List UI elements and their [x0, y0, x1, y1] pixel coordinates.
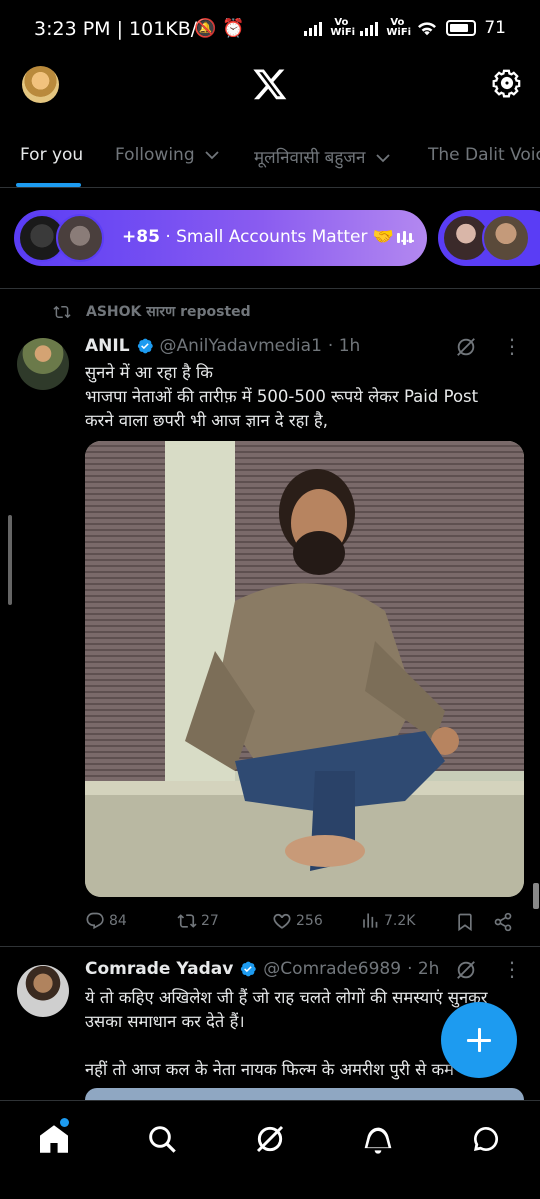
- active-tab-indicator: [16, 183, 81, 187]
- like-button[interactable]: 256: [272, 911, 323, 931]
- divider: [0, 288, 540, 289]
- audio-bars-icon: [397, 230, 413, 246]
- tweet-header: ANIL @AnilYadavmedia1 · 1h: [85, 336, 360, 356]
- author-handle[interactable]: @Comrade6989: [263, 959, 401, 979]
- spaces-label: +85 · Small Accounts Matter 🤝 ...: [122, 227, 416, 247]
- tweet-header: Comrade Yadav @Comrade6989 · 2h: [85, 959, 439, 979]
- signal-icon: [304, 20, 323, 36]
- bottom-nav: [0, 1100, 540, 1199]
- verified-badge-icon: [241, 961, 257, 977]
- repost-button[interactable]: 27: [177, 911, 219, 931]
- tab-for-you[interactable]: For you: [20, 145, 83, 165]
- reply-count: 84: [109, 913, 127, 929]
- photo-man-sitting: [85, 441, 524, 897]
- compose-button[interactable]: [441, 1002, 517, 1078]
- repost-indicator[interactable]: ASHOK सारण reposted: [52, 302, 251, 321]
- timeline-tabs: For you Following मूलनिवासी बहुजन The Da…: [0, 130, 540, 188]
- bookmark-icon[interactable]: [455, 912, 475, 932]
- repost-icon: [177, 914, 197, 928]
- tweet-time[interactable]: · 1h: [328, 336, 360, 356]
- tweet-photo[interactable]: [85, 441, 524, 897]
- heart-icon: [273, 913, 291, 929]
- vowifi-label: Vo WiFi: [330, 17, 356, 38]
- tweet-text-line: सुनने में आ रहा है कि: [85, 363, 213, 382]
- spaces-pill[interactable]: +85 · Small Accounts Matter 🤝 ...: [14, 210, 427, 266]
- status-bar: 3:23 PM | 101KB/s 🔕 ⏰ Vo WiFi Vo WiFi 71: [0, 0, 540, 60]
- verified-badge-icon: [137, 338, 153, 354]
- divider: [0, 946, 540, 947]
- grok-icon[interactable]: [455, 336, 477, 358]
- notifications-icon[interactable]: [362, 1123, 394, 1155]
- status-time: 3:23 PM | 101KB/s: [34, 18, 208, 40]
- like-count: 256: [296, 913, 323, 929]
- alarm-icon: ⏰: [222, 18, 245, 39]
- repost-icon: [53, 305, 71, 318]
- home-notification-dot: [60, 1118, 69, 1127]
- tweet-text-line: भाजपा नेताओं की तारीफ़ में 500-500 रूपये…: [85, 387, 479, 406]
- author-handle[interactable]: @AnilYadavmedia1: [160, 336, 322, 356]
- tab-mulnivasi-label: मूलनिवासी बहुजन: [254, 148, 366, 168]
- home-icon[interactable]: [38, 1123, 70, 1155]
- host-avatar: [56, 214, 104, 262]
- tab-following[interactable]: Following: [115, 145, 220, 165]
- tweet-time[interactable]: · 2h: [407, 959, 439, 979]
- grok-icon[interactable]: [455, 959, 477, 981]
- wifi-icon: [418, 22, 437, 36]
- author-name[interactable]: ANIL: [85, 336, 130, 356]
- battery-percent: 71: [484, 18, 506, 38]
- spaces-listener-count: +85: [122, 227, 160, 247]
- vowifi-label-2: Vo WiFi: [386, 17, 412, 38]
- tweet-author-avatar[interactable]: [17, 965, 69, 1017]
- repost-count: 27: [201, 913, 219, 929]
- scroll-indicator-right[interactable]: [533, 883, 539, 909]
- tab-mulnivasi-bahujan[interactable]: मूलनिवासी बहुजन: [254, 145, 391, 168]
- grok-icon[interactable]: [254, 1123, 286, 1155]
- tab-dalit-voice[interactable]: The Dalit Voic: [428, 145, 540, 165]
- spaces-host-avatars: [18, 214, 118, 262]
- reply-icon: [86, 912, 104, 930]
- host-avatar: [482, 214, 530, 262]
- spaces-pill-2[interactable]: [438, 210, 540, 266]
- signal-icon-2: [360, 20, 379, 36]
- status-right: Vo WiFi Vo WiFi 71: [304, 18, 506, 38]
- chevron-down-icon: [205, 151, 219, 160]
- battery-icon: [446, 20, 477, 36]
- views-icon: [363, 913, 378, 928]
- chevron-down-icon: [376, 154, 390, 163]
- share-icon[interactable]: [493, 912, 513, 932]
- more-options-icon[interactable]: ⋮: [502, 959, 522, 980]
- gear-icon[interactable]: [490, 66, 524, 100]
- spaces-title: Small Accounts Matter 🤝 ...: [176, 227, 416, 247]
- tweet-actions: 84 27 256 7.2K: [85, 907, 525, 937]
- scroll-indicator[interactable]: [8, 515, 12, 605]
- tweet-author-avatar[interactable]: [17, 338, 69, 390]
- mute-icon: 🔕: [194, 18, 217, 39]
- reply-button[interactable]: 84: [85, 911, 127, 931]
- tweet-photo-preview[interactable]: [85, 1088, 524, 1100]
- profile-avatar[interactable]: [22, 66, 59, 103]
- tweet-text-line: करने वाला छपरी भी आज ज्ञान दे रहा है,: [85, 411, 328, 430]
- views-count: 7.2K: [384, 913, 416, 929]
- search-icon[interactable]: [146, 1123, 178, 1155]
- more-options-icon[interactable]: ⋮: [502, 336, 522, 357]
- messages-icon[interactable]: [470, 1123, 502, 1155]
- views-button[interactable]: 7.2K: [360, 911, 415, 931]
- repost-by-label: ASHOK सारण reposted: [86, 304, 251, 320]
- tab-following-label: Following: [115, 145, 195, 165]
- tweet-text: सुनने में आ रहा है कि भाजपा नेताओं की ता…: [85, 361, 525, 433]
- author-name[interactable]: Comrade Yadav: [85, 959, 233, 979]
- x-logo-icon[interactable]: [252, 66, 288, 102]
